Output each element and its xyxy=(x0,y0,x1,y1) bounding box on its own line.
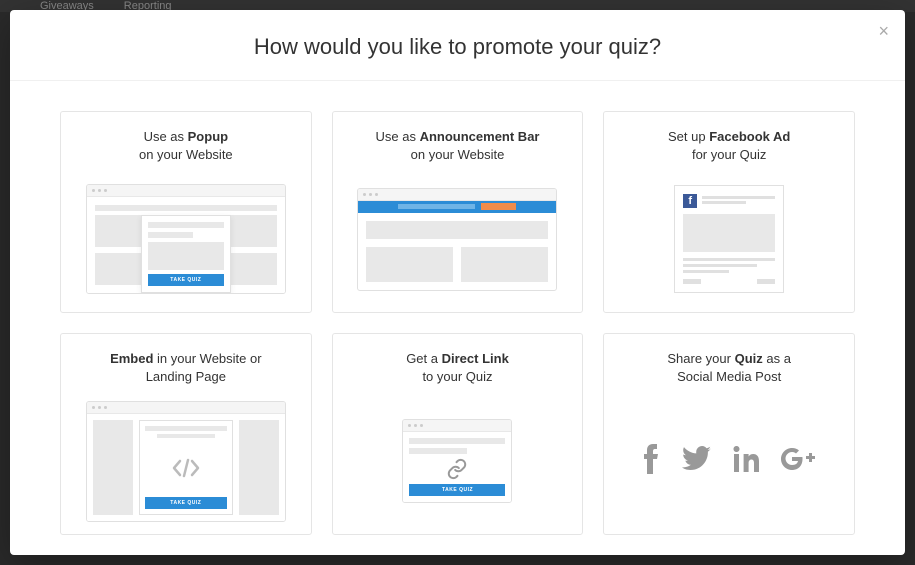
card-title: Set up Facebook Ad for your Quiz xyxy=(668,128,790,164)
facebook-illustration: f xyxy=(614,176,844,302)
modal-header: How would you like to promote your quiz?… xyxy=(10,10,905,81)
card-title: Use as Announcement Bar on your Website xyxy=(376,128,540,164)
embed-cta: TAKE QUIZ xyxy=(145,497,227,509)
card-title: Embed in your Website or Landing Page xyxy=(110,350,261,386)
modal-title: How would you like to promote your quiz? xyxy=(30,34,885,60)
popup-cta: TAKE QUIZ xyxy=(148,274,224,286)
linkedin-share-icon[interactable] xyxy=(733,446,759,477)
embed-illustration: TAKE QUIZ xyxy=(71,398,301,524)
card-title: Use as Popup on your Website xyxy=(139,128,233,164)
announcement-illustration xyxy=(343,176,573,302)
social-icons-row xyxy=(641,398,817,524)
modal-body: Use as Popup on your Website xyxy=(10,81,905,555)
close-button[interactable]: × xyxy=(878,22,889,40)
twitter-share-icon[interactable] xyxy=(681,446,711,476)
card-title: Get a Direct Link to your Quiz xyxy=(406,350,509,386)
facebook-share-icon[interactable] xyxy=(641,444,659,479)
link-icon xyxy=(409,458,505,480)
directlink-cta: TAKE QUIZ xyxy=(409,484,505,496)
option-embed[interactable]: Embed in your Website or Landing Page xyxy=(60,333,312,535)
option-popup[interactable]: Use as Popup on your Website xyxy=(60,111,312,313)
option-facebook-ad[interactable]: Set up Facebook Ad for your Quiz f xyxy=(603,111,855,313)
promote-quiz-modal: How would you like to promote your quiz?… xyxy=(10,10,905,555)
facebook-icon: f xyxy=(683,194,697,208)
directlink-illustration: TAKE QUIZ xyxy=(343,398,573,524)
option-announcement-bar[interactable]: Use as Announcement Bar on your Website xyxy=(332,111,584,313)
googleplus-share-icon[interactable] xyxy=(781,447,817,476)
code-icon xyxy=(171,444,201,493)
popup-illustration: TAKE QUIZ xyxy=(71,176,301,302)
card-title: Share your Quiz as a Social Media Post xyxy=(667,350,791,386)
option-social-share[interactable]: Share your Quiz as a Social Media Post xyxy=(603,333,855,535)
option-direct-link[interactable]: Get a Direct Link to your Quiz TAKE QUIZ xyxy=(332,333,584,535)
